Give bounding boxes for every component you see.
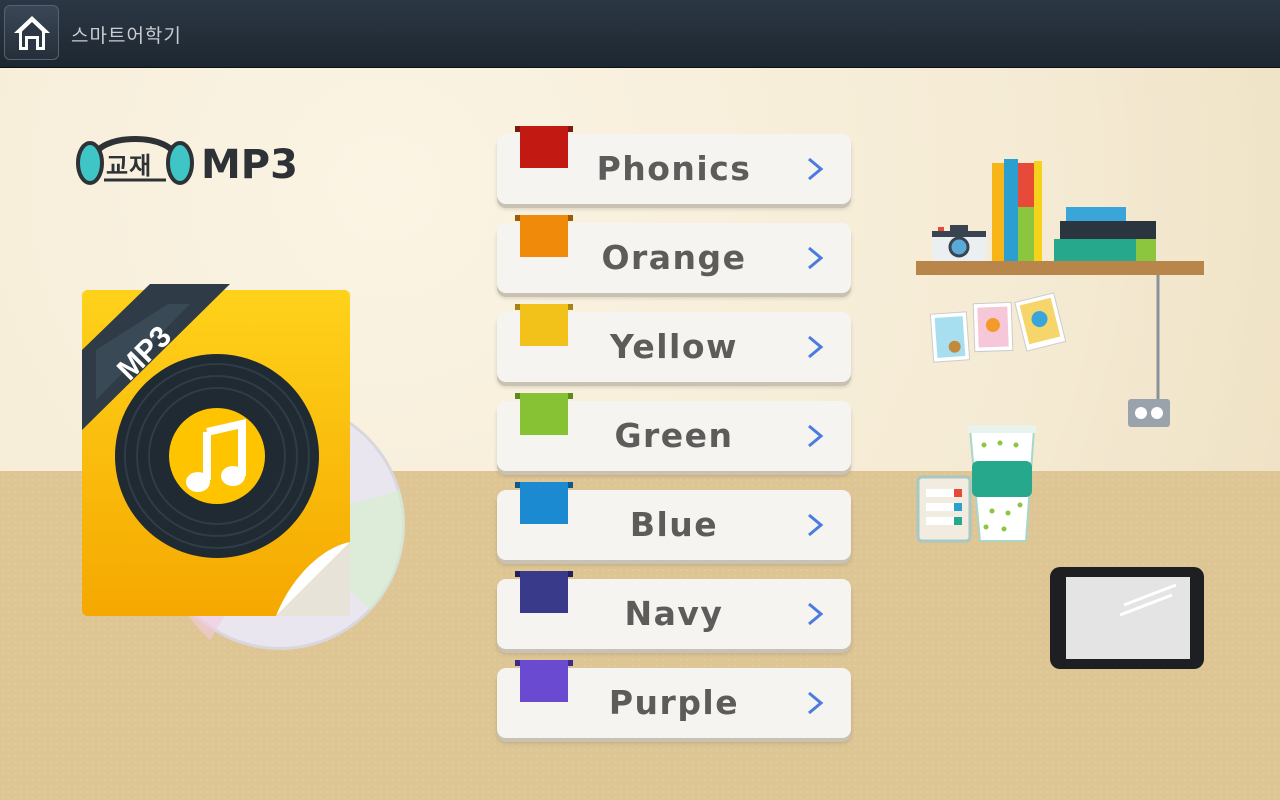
chevron-right-icon [808,424,824,448]
menu-item-label: Purple [608,683,740,722]
stacked-books [1054,207,1156,261]
menu-item-phonics[interactable]: Phonics [497,126,851,204]
menu-item-green[interactable]: Green [497,393,851,471]
tablet-icon [1050,567,1204,669]
shelf [916,261,1204,275]
menu-item-label: Navy [624,594,724,633]
room-decoration [916,159,1204,669]
menu-item-purple[interactable]: Purple [497,660,851,738]
app-title: 스마트어학기 [71,25,182,47]
power-socket-icon [1128,399,1170,427]
photo-frames [929,292,1067,363]
menu-item-label: Orange [601,238,747,277]
vinyl-record [115,354,319,558]
menu-item-label: Phonics [596,149,752,188]
chevron-right-icon [808,602,824,626]
chevron-right-icon [808,513,824,537]
menu-item-label: Yellow [609,327,739,366]
logo-textbook-label: 교재 [106,152,153,180]
menu-item-label: Blue [629,505,719,544]
cup-icon [968,425,1036,542]
logo-mp3-label: MP3 [201,142,298,188]
menu-item-label: Green [614,416,734,455]
chevron-right-icon [808,335,824,359]
home-icon [14,16,50,50]
menu-item-yellow[interactable]: Yellow [497,304,851,382]
chevron-right-icon [808,691,824,715]
memo-notes-icon [916,475,972,543]
books [992,159,1042,261]
textbook-mp3-logo: 교재 MP3 [76,120,306,190]
camera-icon [932,225,986,261]
mp3-album-illustration: MP3 [82,284,405,650]
menu-item-orange[interactable]: Orange [497,215,851,293]
menu-item-navy[interactable]: Navy [497,571,851,649]
menu-item-blue[interactable]: Blue [497,482,851,560]
chevron-right-icon [808,246,824,270]
chevron-right-icon [808,157,824,181]
title-bar: 스마트어학기 [0,0,1280,68]
home-button[interactable] [4,5,59,60]
